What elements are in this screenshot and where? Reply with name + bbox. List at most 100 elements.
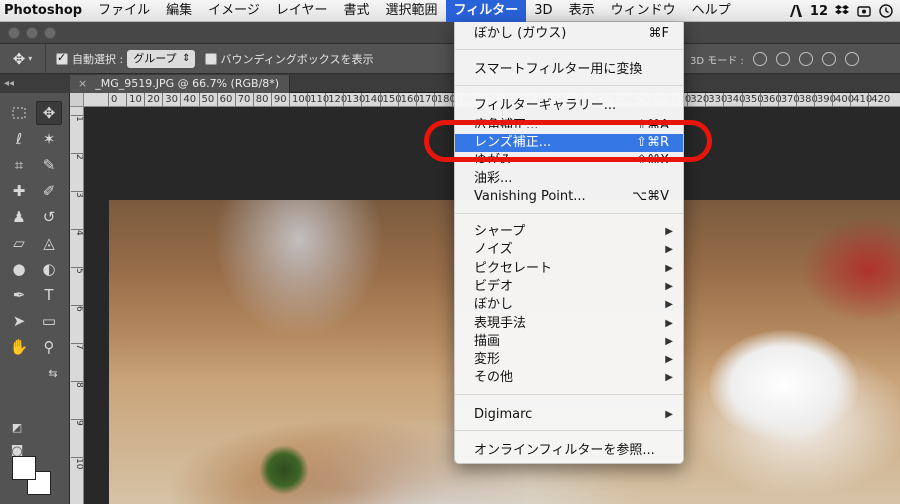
show-bounding-box-checkbox[interactable] [204,52,217,65]
rectangle-tool-icon[interactable]: ▭ [36,309,62,333]
menu-item-submenu[interactable]: 変形 ▶ [455,351,683,369]
menu-item-oil-paint[interactable]: 油彩... [455,170,683,188]
toolbar-collapse[interactable]: ◂◂ [0,75,70,93]
close-window-button[interactable] [8,27,20,39]
menu-item-browse-filters-online[interactable]: オンラインフィルターを参照... [455,442,683,460]
menu-select[interactable]: 選択範囲 [378,0,446,22]
ruler-tick-label: 4 [71,229,83,236]
menu-3d[interactable]: 3D [526,0,560,22]
ruler-origin[interactable] [70,93,84,107]
ruler-tick-label: 10 [71,457,83,469]
move-tool-icon: ✥ [12,49,26,68]
auto-select-checkbox[interactable] [56,51,68,65]
foreground-color-swatch[interactable] [12,456,36,480]
time-machine-icon[interactable] [878,3,894,19]
menu-filter[interactable]: フィルター [445,0,527,22]
eyedropper-icon[interactable]: ✎ [36,153,62,177]
menu-item-submenu[interactable]: ピクセレート ▶ [455,260,683,278]
magic-wand-icon[interactable]: ✶ [36,127,62,151]
pen-tool-icon[interactable]: ✒ [6,283,32,307]
type-tool-icon[interactable]: T [36,283,62,307]
healing-brush-icon[interactable]: ✚ [6,179,32,203]
eraser-tool-icon[interactable]: ▱ [6,231,32,255]
menu-item-shortcut: ⇧⌘X [636,153,669,163]
menu-separator [455,394,683,395]
paint-bucket-icon[interactable]: ◬ [36,231,62,255]
menu-item-submenu[interactable]: その他 ▶ [455,369,683,387]
menu-help[interactable]: ヘルプ [684,0,739,22]
close-tab-icon[interactable]: × [78,77,87,90]
ruler-tick-label: 5 [71,267,83,274]
menu-item-submenu[interactable]: ビデオ ▶ [455,278,683,296]
brush-tool-icon[interactable]: ✐ [36,179,62,203]
menu-item-shortcut: ⇧⌘A [636,118,669,128]
menu-item-submenu[interactable]: 描画 ▶ [455,333,683,351]
dropbox-icon[interactable] [834,3,850,19]
clone-stamp-icon[interactable]: ♟ [6,205,32,229]
menu-item-submenu[interactable]: 表現手法 ▶ [455,315,683,333]
menu-item-shortcut: ⌘F [648,26,669,41]
blur-tool-icon[interactable]: ● [6,257,32,281]
menu-item-submenu[interactable]: シャープ ▶ [455,223,683,241]
menu-item-adaptive-wide-angle[interactable]: 広角補正... ⇧⌘A [455,117,683,128]
menu-item-digimarc[interactable]: Digimarc ▶ [455,406,683,424]
submenu-arrow-icon: ▶ [665,335,673,347]
zoom-window-button[interactable] [44,27,56,39]
document-tab[interactable]: × _MG_9519.JPG @ 66.7% (RGB/8*) [70,75,290,93]
3d-pan-icon[interactable] [798,52,813,66]
menu-item-label: 表現手法 [474,315,527,331]
menu-item-shortcut: ⇧⌘R [636,135,669,150]
3d-rotate-icon[interactable] [752,52,767,66]
crop-tool-icon[interactable]: ⌗ [6,153,32,177]
menu-window[interactable]: ウィンドウ [603,0,684,22]
auto-select-dropdown[interactable]: グループ [127,49,195,68]
vertical-ruler[interactable]: 1 2 3 4 5 6 7 8 9 10 [70,107,84,504]
menu-edit[interactable]: 編集 [158,0,200,22]
menu-item-label: 変形 [474,352,501,368]
sync-icon[interactable] [856,3,872,19]
hand-tool-icon[interactable]: ✋ [6,335,32,359]
path-select-icon[interactable]: ➤ [6,309,32,333]
menu-item-filter-gallery[interactable]: フィルターギャラリー... [455,97,683,115]
chevron-down-icon: ▾ [28,54,33,63]
default-colors-icon[interactable]: ◩ [4,415,30,439]
history-brush-icon[interactable]: ↺ [36,205,62,229]
menu-item-liquify[interactable]: ゆがみ ⇧⌘X [455,152,683,163]
move-tool-icon[interactable]: ✥ [36,101,62,125]
3d-slide-icon[interactable] [821,52,836,66]
menu-item-label: ピクセレート [474,260,553,276]
menu-item-last-filter[interactable]: ぼかし (ガウス) ⌘F [455,25,683,43]
menu-item-submenu[interactable]: ぼかし ▶ [455,296,683,314]
ruler-tick-label: 7 [71,343,83,350]
menu-type[interactable]: 書式 [336,0,378,22]
zoom-tool-icon[interactable]: ⚲ [36,335,62,359]
marquee-tool-icon[interactable] [6,101,32,125]
swap-colors-icon[interactable]: ⇆ [40,361,66,385]
submenu-arrow-icon: ▶ [665,372,673,384]
menu-item-lens-correction[interactable]: レンズ補正... ⇧⌘R [455,134,683,152]
menu-view[interactable]: 表示 [561,0,603,22]
filter-menu-dropdown: ぼかし (ガウス) ⌘F スマートフィルター用に変換 フィルターギャラリー...… [454,22,684,464]
menu-item-label: 描画 [474,333,501,349]
ruler-tick-label: 0 [108,93,117,106]
menu-layer[interactable]: レイヤー [268,0,336,22]
app-menu-photoshop[interactable]: Photoshop [0,3,90,18]
tool-preset-picker[interactable]: ✥ ▾ [0,43,46,74]
dodge-tool-icon[interactable]: ◐ [36,257,62,281]
menu-item-shortcut: ⌥⌘V [632,189,669,204]
menu-item-submenu[interactable]: ノイズ ▶ [455,241,683,259]
menu-file[interactable]: ファイル [90,0,158,22]
submenu-arrow-icon: ▶ [665,280,673,292]
submenu-arrow-icon: ▶ [665,226,673,237]
menu-image[interactable]: イメージ [200,0,268,22]
3d-scale-icon[interactable] [844,52,859,66]
menu-item-vanishing-point[interactable]: Vanishing Point... ⌥⌘V [455,188,683,206]
tools-panel: ✥ ℓ ✶ ⌗ ✎ ✚ ✐ ♟ ↺ ▱ ◬ ● ◐ ✒ T ➤ ▭ ✋ ⚲ ⇆ … [0,93,70,504]
lasso-tool-icon[interactable]: ℓ [6,127,32,151]
menu-item-convert-smart-filter[interactable]: スマートフィルター用に変換 [455,61,683,79]
menu-separator [455,49,683,50]
3d-roll-icon[interactable] [775,52,790,66]
ruler-tick-label: 8 [71,381,83,388]
minimize-window-button[interactable] [26,27,38,39]
adobe-icon[interactable] [788,3,804,19]
